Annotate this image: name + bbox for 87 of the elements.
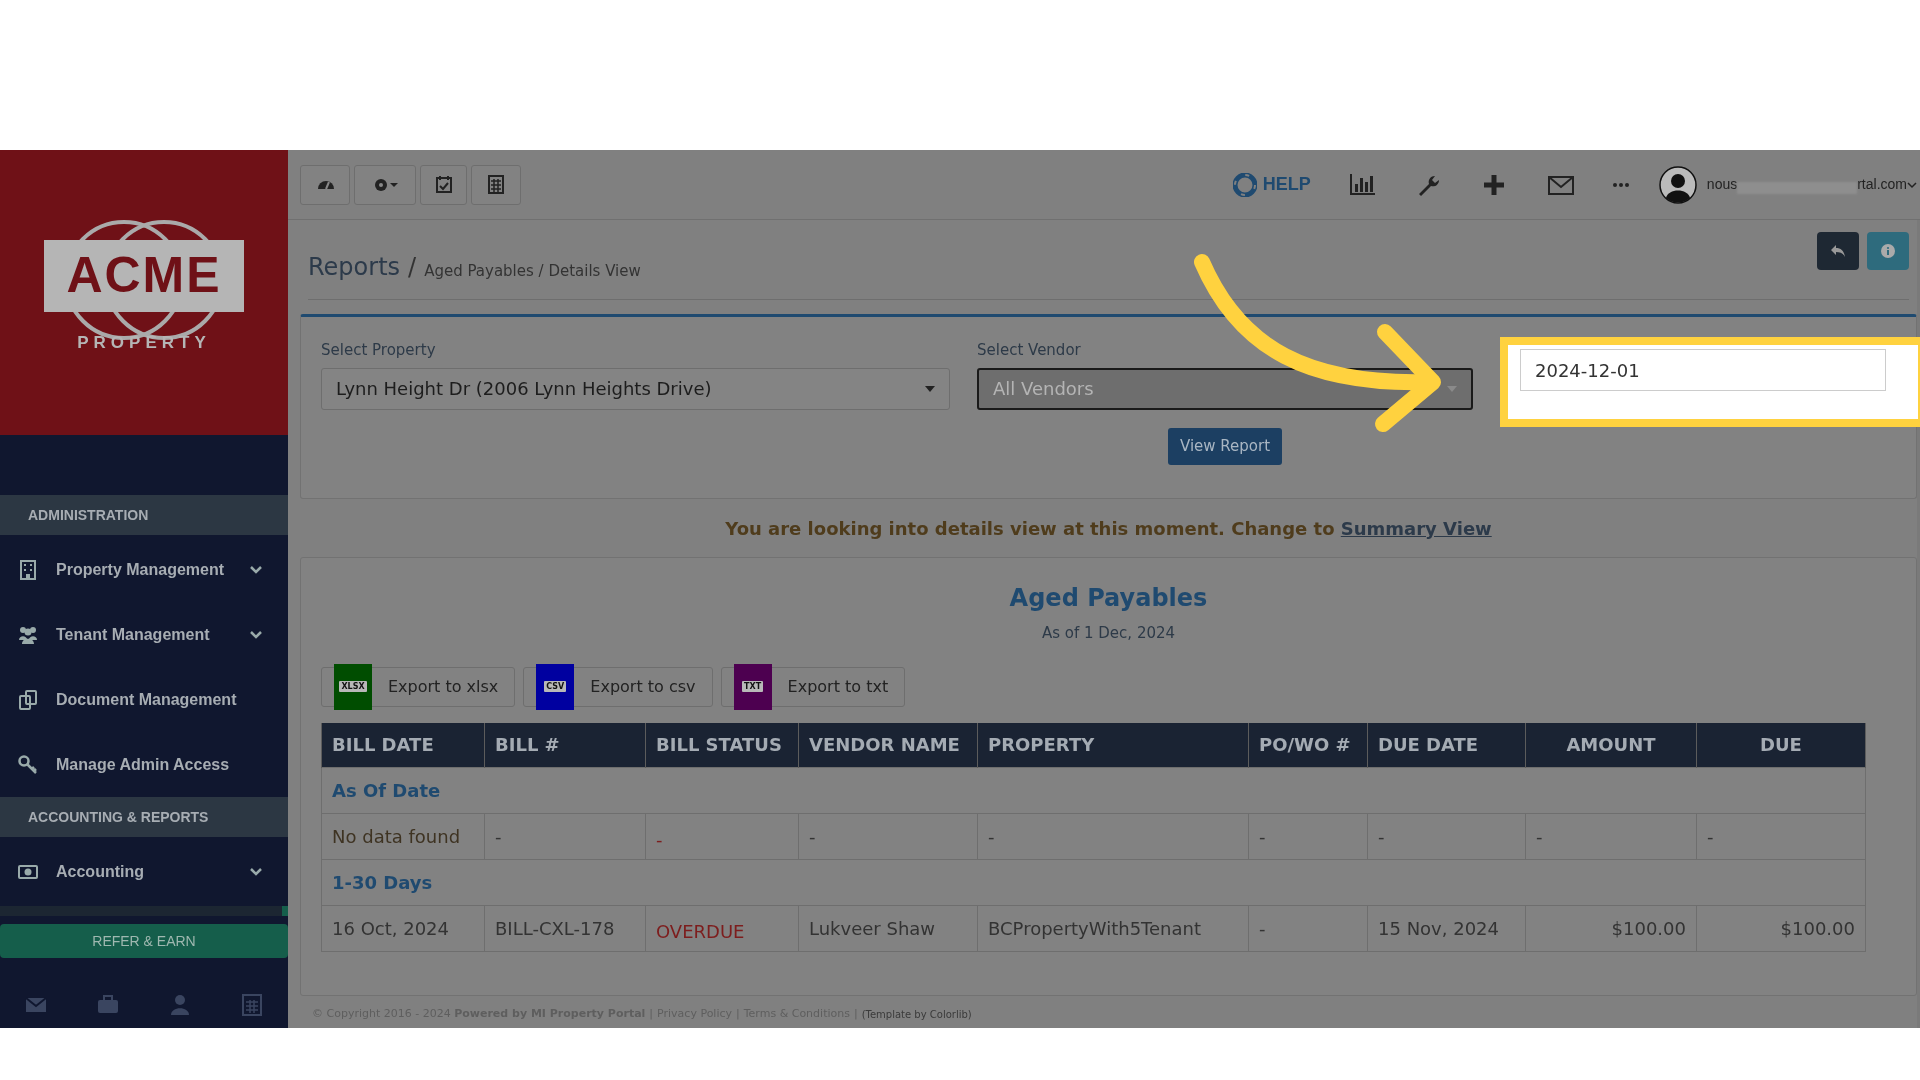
column-header[interactable]: PO/WO # (1248, 722, 1368, 768)
toolbar-button[interactable] (300, 164, 350, 205)
table-cell: - (1696, 813, 1866, 860)
page-title: Reports (308, 252, 401, 283)
bar-chart-icon (1348, 171, 1377, 198)
file-icon: TXT (733, 663, 772, 710)
table-cell: 15 Nov, 2024 (1367, 905, 1526, 952)
export-button[interactable]: TXT Export to txt (720, 666, 906, 707)
column-header[interactable]: BILL STATUS (645, 722, 799, 768)
field-label: Select Property (321, 340, 437, 361)
back-button[interactable] (1817, 232, 1859, 270)
sidebar-heading: ACCOUNTING & REPORTS (0, 797, 288, 837)
table-cell: - (798, 813, 978, 860)
refer-earn-button[interactable]: REFER & EARN (0, 924, 288, 958)
status-cell: - (645, 813, 799, 860)
reply-icon (1830, 244, 1846, 258)
export-button[interactable]: XLSX Export to xlsx (321, 666, 516, 707)
report-title: Aged Payables (1009, 583, 1208, 614)
info-button[interactable] (1867, 232, 1909, 270)
lifebuoy-icon (1232, 172, 1257, 197)
briefcase-icon (97, 994, 119, 1016)
caret-icon (925, 385, 935, 392)
export-button[interactable]: CSV Export to csv (523, 666, 713, 707)
property-select[interactable]: Lynn Height Dr (2006 Lynn Heights Drive) (321, 367, 950, 410)
table-cell: - (1525, 813, 1697, 860)
footer-separator: | (853, 1006, 858, 1022)
column-header[interactable]: BILL # (484, 722, 646, 768)
toolbar-button[interactable] (471, 164, 521, 205)
view-report-button[interactable]: View Report (1168, 427, 1282, 465)
info-icon (1881, 244, 1895, 258)
table-cell: - (1248, 813, 1368, 860)
group-heading: 1-30 Days (321, 859, 1866, 906)
breadcrumb-trail: Aged Payables / Details View (424, 260, 641, 282)
avatar-icon (1658, 165, 1697, 204)
logo-wordmark: ACME (44, 239, 244, 312)
sidebar-item[interactable]: Tenant Management (0, 602, 288, 667)
date-field[interactable]: 2024-12-01 (1520, 349, 1886, 391)
table-cell: No data found (321, 813, 485, 860)
view-notice: You are looking into details view at this moment. Change to Summary View (725, 516, 1492, 541)
user-icon (169, 994, 191, 1016)
table-cell: - (1367, 813, 1526, 860)
toolbar-button[interactable] (420, 164, 467, 205)
footer-separator: | (736, 1006, 740, 1022)
column-header[interactable]: PROPERTY (977, 722, 1249, 768)
chevron-down-icon (1907, 180, 1917, 189)
table-cell: $100.00 (1696, 905, 1866, 952)
table-cell: - (1248, 905, 1368, 952)
template-credit: (Template by Colorlib) (861, 1008, 972, 1022)
table-cell: Lukveer Shaw (798, 905, 978, 952)
field-label: Select Vendor (977, 340, 1082, 361)
column-header[interactable]: AMOUNT (1525, 722, 1697, 768)
toolbar-button[interactable] (1348, 171, 1377, 198)
column-header[interactable]: BILL DATE (321, 722, 485, 768)
table-cell: - (977, 813, 1249, 860)
group-heading: As Of Date (321, 767, 1866, 814)
table-cell: BILL-CXL-178 (484, 905, 646, 952)
key-icon (18, 754, 38, 775)
file-icon: CSV (536, 663, 575, 710)
sidebar-heading: ADMINISTRATION (0, 495, 288, 535)
sidebar-item[interactable]: Manage Admin Access (0, 732, 288, 797)
report-date: As of 1 Dec, 2024 (1041, 623, 1176, 644)
sidebar-item[interactable]: Property Management (0, 537, 288, 602)
table-cell: BCPropertyWith5Tenant (977, 905, 1249, 952)
toolbar-button[interactable] (354, 164, 416, 205)
sidebar-item[interactable]: Accounting (0, 839, 288, 904)
caret-icon (1447, 385, 1457, 392)
breadcrumb-separator: / (408, 252, 417, 283)
sidebar-item[interactable]: Document Management (0, 667, 288, 732)
file-icon: XLSX (334, 663, 372, 710)
footer-separator: | (649, 1006, 654, 1022)
more-icon (1612, 182, 1629, 187)
column-header[interactable]: VENDOR NAME (798, 722, 978, 768)
table-cell: $100.00 (1525, 905, 1697, 952)
column-header[interactable]: DUE (1696, 722, 1866, 768)
people-icon (18, 624, 38, 645)
documents-icon (18, 689, 38, 710)
status-cell: OVERDUE (645, 905, 799, 952)
toolbar-button[interactable] (1612, 182, 1629, 187)
column-header[interactable]: DUE DATE (1367, 722, 1526, 768)
calendar-check-icon (434, 174, 453, 195)
calculator-icon (241, 994, 263, 1016)
calculator-icon (487, 174, 505, 195)
user-menu[interactable]: nous rtal.com (1706, 174, 1917, 195)
building-icon (18, 559, 38, 580)
scroll-indicator (282, 906, 288, 916)
table-cell: - (484, 813, 646, 860)
table-cell: 16 Oct, 2024 (321, 905, 485, 952)
